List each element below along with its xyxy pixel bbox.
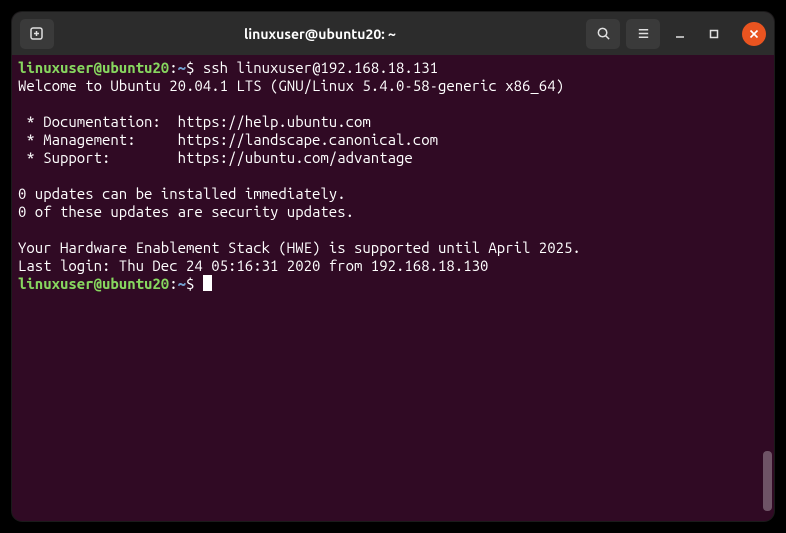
prompt-path: ~ xyxy=(178,59,186,76)
prompt-symbol-2: $ xyxy=(186,275,203,292)
scrollbar-thumb[interactable] xyxy=(763,451,772,511)
terminal-window: linuxuser@ubuntu20: ~ xyxy=(12,12,774,521)
welcome-line: Welcome to Ubuntu 20.04.1 LTS (GNU/Linux… xyxy=(18,77,564,94)
new-tab-button[interactable] xyxy=(20,19,54,49)
prompt-path-2: ~ xyxy=(178,275,186,292)
cursor xyxy=(203,275,212,291)
close-icon xyxy=(749,29,759,39)
hamburger-icon xyxy=(636,26,651,41)
support-line: * Support: https://ubuntu.com/advantage xyxy=(18,149,413,166)
search-icon xyxy=(596,26,611,41)
new-tab-icon xyxy=(29,26,45,42)
prompt-separator: : xyxy=(169,59,177,76)
search-button[interactable] xyxy=(586,19,620,49)
last-login-line: Last login: Thu Dec 24 05:16:31 2020 fro… xyxy=(18,257,488,274)
titlebar-right-controls xyxy=(586,19,766,49)
prompt-userhost: linuxuser@ubuntu20 xyxy=(18,59,169,76)
prompt-userhost-2: linuxuser@ubuntu20 xyxy=(18,275,169,292)
close-button[interactable] xyxy=(742,22,766,46)
maximize-button[interactable] xyxy=(700,20,728,48)
minimize-button[interactable] xyxy=(666,20,694,48)
titlebar: linuxuser@ubuntu20: ~ xyxy=(12,12,774,55)
command-text: ssh linuxuser@192.168.18.131 xyxy=(203,59,438,76)
menu-button[interactable] xyxy=(626,19,660,49)
hwe-line: Your Hardware Enablement Stack (HWE) is … xyxy=(18,239,581,256)
window-title: linuxuser@ubuntu20: ~ xyxy=(60,26,580,42)
updates-line-1: 0 updates can be installed immediately. xyxy=(18,185,346,202)
prompt-separator-2: : xyxy=(169,275,177,292)
maximize-icon xyxy=(708,28,720,40)
minimize-icon xyxy=(674,28,686,40)
management-line: * Management: https://landscape.canonica… xyxy=(18,131,438,148)
documentation-line: * Documentation: https://help.ubuntu.com xyxy=(18,113,371,130)
updates-line-2: 0 of these updates are security updates. xyxy=(18,203,354,220)
prompt-symbol: $ xyxy=(186,59,203,76)
titlebar-left-controls xyxy=(20,19,54,49)
terminal-output[interactable]: linuxuser@ubuntu20:~$ ssh linuxuser@192.… xyxy=(12,55,774,521)
